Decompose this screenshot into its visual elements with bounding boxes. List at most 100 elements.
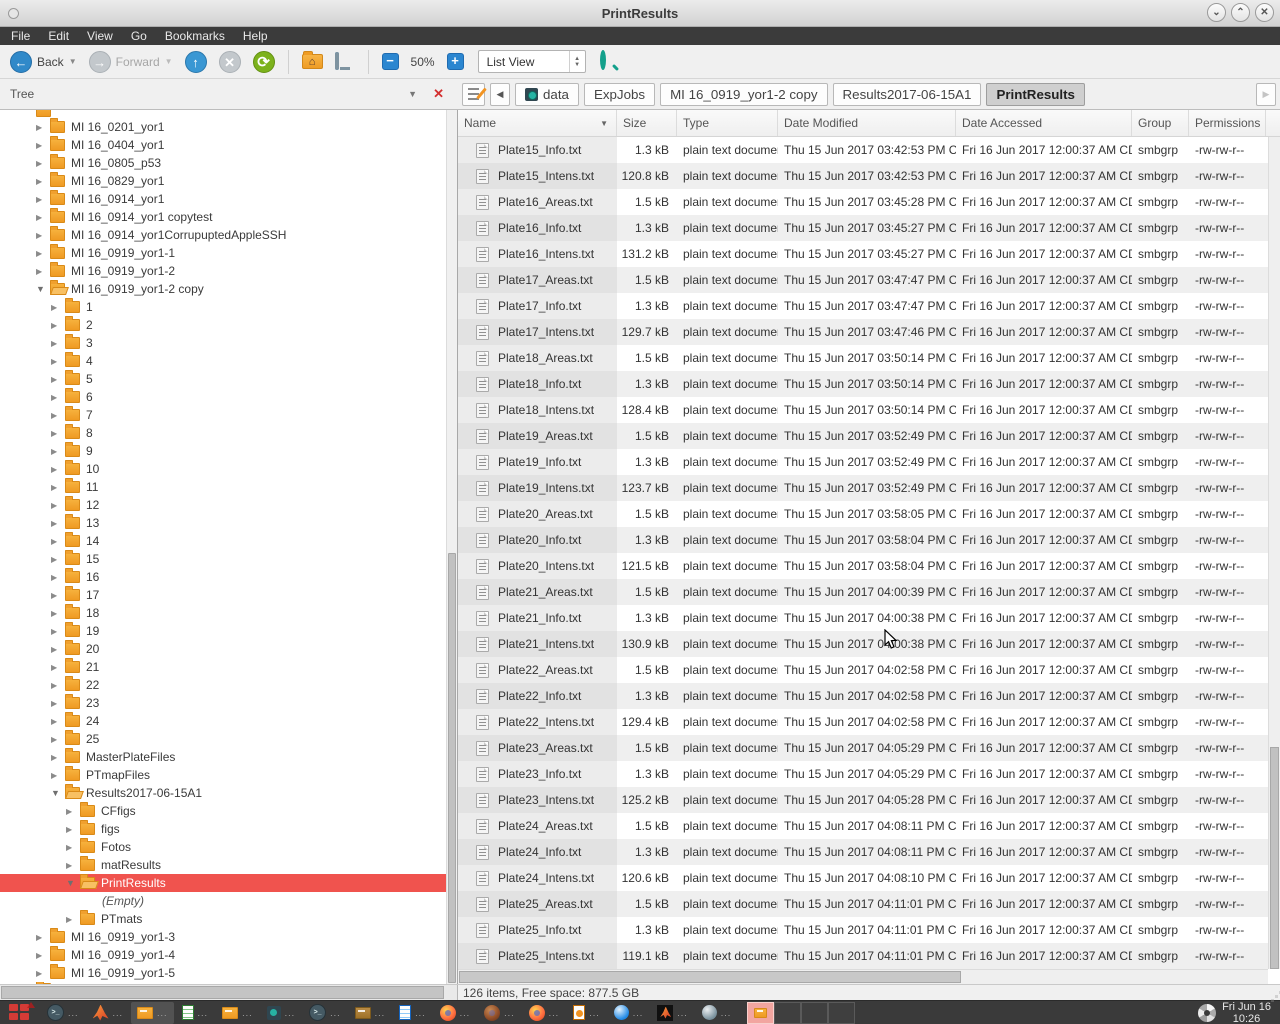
- tree-item-23[interactable]: ▶23: [0, 694, 446, 712]
- table-row[interactable]: Plate15_Info.txt1.3 kBplain text documen…: [458, 137, 1268, 163]
- menu-item-help[interactable]: Help: [234, 27, 277, 45]
- tree-item-mi-16-0201-yor1[interactable]: ▶MI 16_0201_yor1: [0, 118, 446, 136]
- table-row[interactable]: Plate19_Info.txt1.3 kBplain text documen…: [458, 449, 1268, 475]
- expand-arrow-icon[interactable]: ▶: [36, 177, 50, 186]
- tree-item--empty-[interactable]: (Empty): [0, 892, 446, 910]
- tree-item-16[interactable]: ▶16: [0, 568, 446, 586]
- expand-arrow-icon[interactable]: ▶: [51, 627, 65, 636]
- back-button[interactable]: ← Back ▼: [6, 49, 81, 75]
- table-row[interactable]: Plate25_Intens.txt119.1 kBplain text doc…: [458, 943, 1268, 969]
- table-row[interactable]: Plate21_Intens.txt130.9 kBplain text doc…: [458, 631, 1268, 657]
- tree-item-mi-16-0805-p53[interactable]: ▶MI 16_0805_p53: [0, 154, 446, 172]
- table-row[interactable]: Plate24_Info.txt1.3 kBplain text documen…: [458, 839, 1268, 865]
- table-row[interactable]: Plate15_Intens.txt120.8 kBplain text doc…: [458, 163, 1268, 189]
- expand-arrow-icon[interactable]: ▶: [51, 375, 65, 384]
- expand-arrow-icon[interactable]: ▶: [36, 249, 50, 258]
- tree-item-mi-16-0914-yor1corrupuptedapplessh[interactable]: ▶MI 16_0914_yor1CorrupuptedAppleSSH: [0, 226, 446, 244]
- table-row[interactable]: Plate19_Intens.txt123.7 kBplain text doc…: [458, 475, 1268, 501]
- workspace-1[interactable]: [747, 1002, 774, 1024]
- table-row[interactable]: Plate17_Intens.txt129.7 kBplain text doc…: [458, 319, 1268, 345]
- expand-arrow-icon[interactable]: ▶: [36, 123, 50, 132]
- taskbar-item[interactable]: ...: [176, 1002, 215, 1024]
- file-list-horizontal-scrollbar[interactable]: [458, 969, 1268, 984]
- tree-item-printresults[interactable]: ▼PrintResults: [0, 874, 446, 892]
- table-row[interactable]: Plate16_Info.txt1.3 kBplain text documen…: [458, 215, 1268, 241]
- taskbar-item[interactable]: ...: [523, 1002, 566, 1024]
- expand-arrow-icon[interactable]: ▶: [51, 699, 65, 708]
- file-list-vertical-scrollbar-thumb[interactable]: [1270, 747, 1279, 969]
- table-row[interactable]: Plate24_Intens.txt120.6 kBplain text doc…: [458, 865, 1268, 891]
- maximize-icon[interactable]: ⌃: [1231, 3, 1250, 22]
- zoom-out-button[interactable]: −: [378, 51, 403, 72]
- expand-arrow-icon[interactable]: ▶: [51, 663, 65, 672]
- expand-arrow-icon[interactable]: ▶: [51, 573, 65, 582]
- tree-item-mi-16-0919-yor1-2[interactable]: ▶MI 16_0919_yor1-2: [0, 262, 446, 280]
- table-row[interactable]: Plate22_Intens.txt129.4 kBplain text doc…: [458, 709, 1268, 735]
- tree-vertical-scrollbar-thumb[interactable]: [448, 553, 456, 983]
- search-button[interactable]: [600, 53, 618, 71]
- tree-item-10[interactable]: ▶10: [0, 460, 446, 478]
- tree-item-matresults[interactable]: ▶matResults: [0, 856, 446, 874]
- menu-item-go[interactable]: Go: [122, 27, 156, 45]
- forward-history-dropdown-icon[interactable]: ▼: [165, 57, 173, 66]
- tree-item-mi-16-0919-yor1-4[interactable]: ▶MI 16_0919_yor1-4: [0, 946, 446, 964]
- table-row[interactable]: Plate20_Areas.txt1.5 kBplain text docume…: [458, 501, 1268, 527]
- tree-item-results2017-06-15a1[interactable]: ▼Results2017-06-15A1: [0, 784, 446, 802]
- taskbar-item[interactable]: ...: [87, 1002, 130, 1024]
- sidebar-close-icon[interactable]: ✕: [433, 86, 444, 102]
- scroll-path-right-button[interactable]: ▶: [1256, 83, 1276, 106]
- scroll-path-left-button[interactable]: ◀: [490, 83, 510, 106]
- expand-arrow-icon[interactable]: ▶: [36, 195, 50, 204]
- tree-item-mi-16-0919-yor1-2-copy[interactable]: ▼MI 16_0919_yor1-2 copy: [0, 280, 446, 298]
- menu-item-edit[interactable]: Edit: [39, 27, 78, 45]
- expand-arrow-icon[interactable]: ▶: [51, 537, 65, 546]
- expand-arrow-icon[interactable]: ▶: [51, 555, 65, 564]
- tree-item-20[interactable]: ▶20: [0, 640, 446, 658]
- table-row[interactable]: Plate18_Areas.txt1.5 kBplain text docume…: [458, 345, 1268, 371]
- expand-arrow-icon[interactable]: ▶: [36, 141, 50, 150]
- expand-arrow-icon[interactable]: ▶: [51, 645, 65, 654]
- home-button[interactable]: ⌂: [298, 52, 327, 71]
- table-row[interactable]: Plate20_Intens.txt121.5 kBplain text doc…: [458, 553, 1268, 579]
- tree-item-mi-16-0829-yor1[interactable]: ▶MI 16_0829_yor1: [0, 172, 446, 190]
- expand-arrow-icon[interactable]: ▶: [51, 501, 65, 510]
- expand-arrow-icon[interactable]: ▶: [51, 483, 65, 492]
- expand-arrow-icon[interactable]: ▶: [66, 861, 80, 870]
- expand-arrow-icon[interactable]: ▶: [36, 231, 50, 240]
- tree-item-cffigs[interactable]: ▶CFfigs: [0, 802, 446, 820]
- breadcrumb-printresults[interactable]: PrintResults: [986, 83, 1085, 106]
- taskbar-item[interactable]: >_...: [303, 1002, 347, 1024]
- tree-horizontal-scrollbar-thumb[interactable]: [1, 986, 444, 999]
- minimize-icon[interactable]: ⌄: [1207, 3, 1226, 22]
- expand-arrow-icon[interactable]: ▶: [51, 609, 65, 618]
- expand-arrow-icon[interactable]: ▶: [51, 465, 65, 474]
- expand-arrow-icon[interactable]: ▶: [51, 303, 65, 312]
- expand-arrow-icon[interactable]: ▶: [51, 735, 65, 744]
- table-row[interactable]: Plate23_Info.txt1.3 kBplain text documen…: [458, 761, 1268, 787]
- expand-arrow-icon[interactable]: ▶: [36, 933, 50, 942]
- back-history-dropdown-icon[interactable]: ▼: [69, 57, 77, 66]
- tree-vertical-scrollbar[interactable]: [446, 110, 457, 984]
- column-header-date-accessed[interactable]: Date Accessed: [956, 110, 1132, 136]
- expand-arrow-icon[interactable]: ▶: [51, 339, 65, 348]
- table-row[interactable]: Plate18_Intens.txt128.4 kBplain text doc…: [458, 397, 1268, 423]
- taskbar-item[interactable]: ...: [216, 1002, 259, 1024]
- breadcrumb-results2017-06-15a1[interactable]: Results2017-06-15A1: [833, 83, 982, 106]
- table-row[interactable]: Plate17_Areas.txt1.5 kBplain text docume…: [458, 267, 1268, 293]
- workspace-4[interactable]: [828, 1002, 855, 1024]
- desktop-button[interactable]: [331, 52, 359, 72]
- expand-arrow-icon[interactable]: ▶: [51, 717, 65, 726]
- column-header-date-modified[interactable]: Date Modified: [778, 110, 956, 136]
- tree-item-partial[interactable]: [0, 982, 446, 984]
- expand-arrow-icon[interactable]: ▶: [36, 951, 50, 960]
- tree-item-3[interactable]: ▶3: [0, 334, 446, 352]
- stop-button[interactable]: ✕: [215, 49, 245, 75]
- tree-item-2[interactable]: ▶2: [0, 316, 446, 334]
- expand-arrow-icon[interactable]: ▶: [66, 843, 80, 852]
- breadcrumb-data[interactable]: data: [515, 83, 579, 106]
- tree-item-mi-16-0914-yor1[interactable]: ▶MI 16_0914_yor1: [0, 190, 446, 208]
- table-row[interactable]: Plate16_Intens.txt131.2 kBplain text doc…: [458, 241, 1268, 267]
- tree-item-7[interactable]: ▶7: [0, 406, 446, 424]
- menu-item-view[interactable]: View: [78, 27, 122, 45]
- view-mode-select[interactable]: List View ▲▼: [478, 50, 586, 73]
